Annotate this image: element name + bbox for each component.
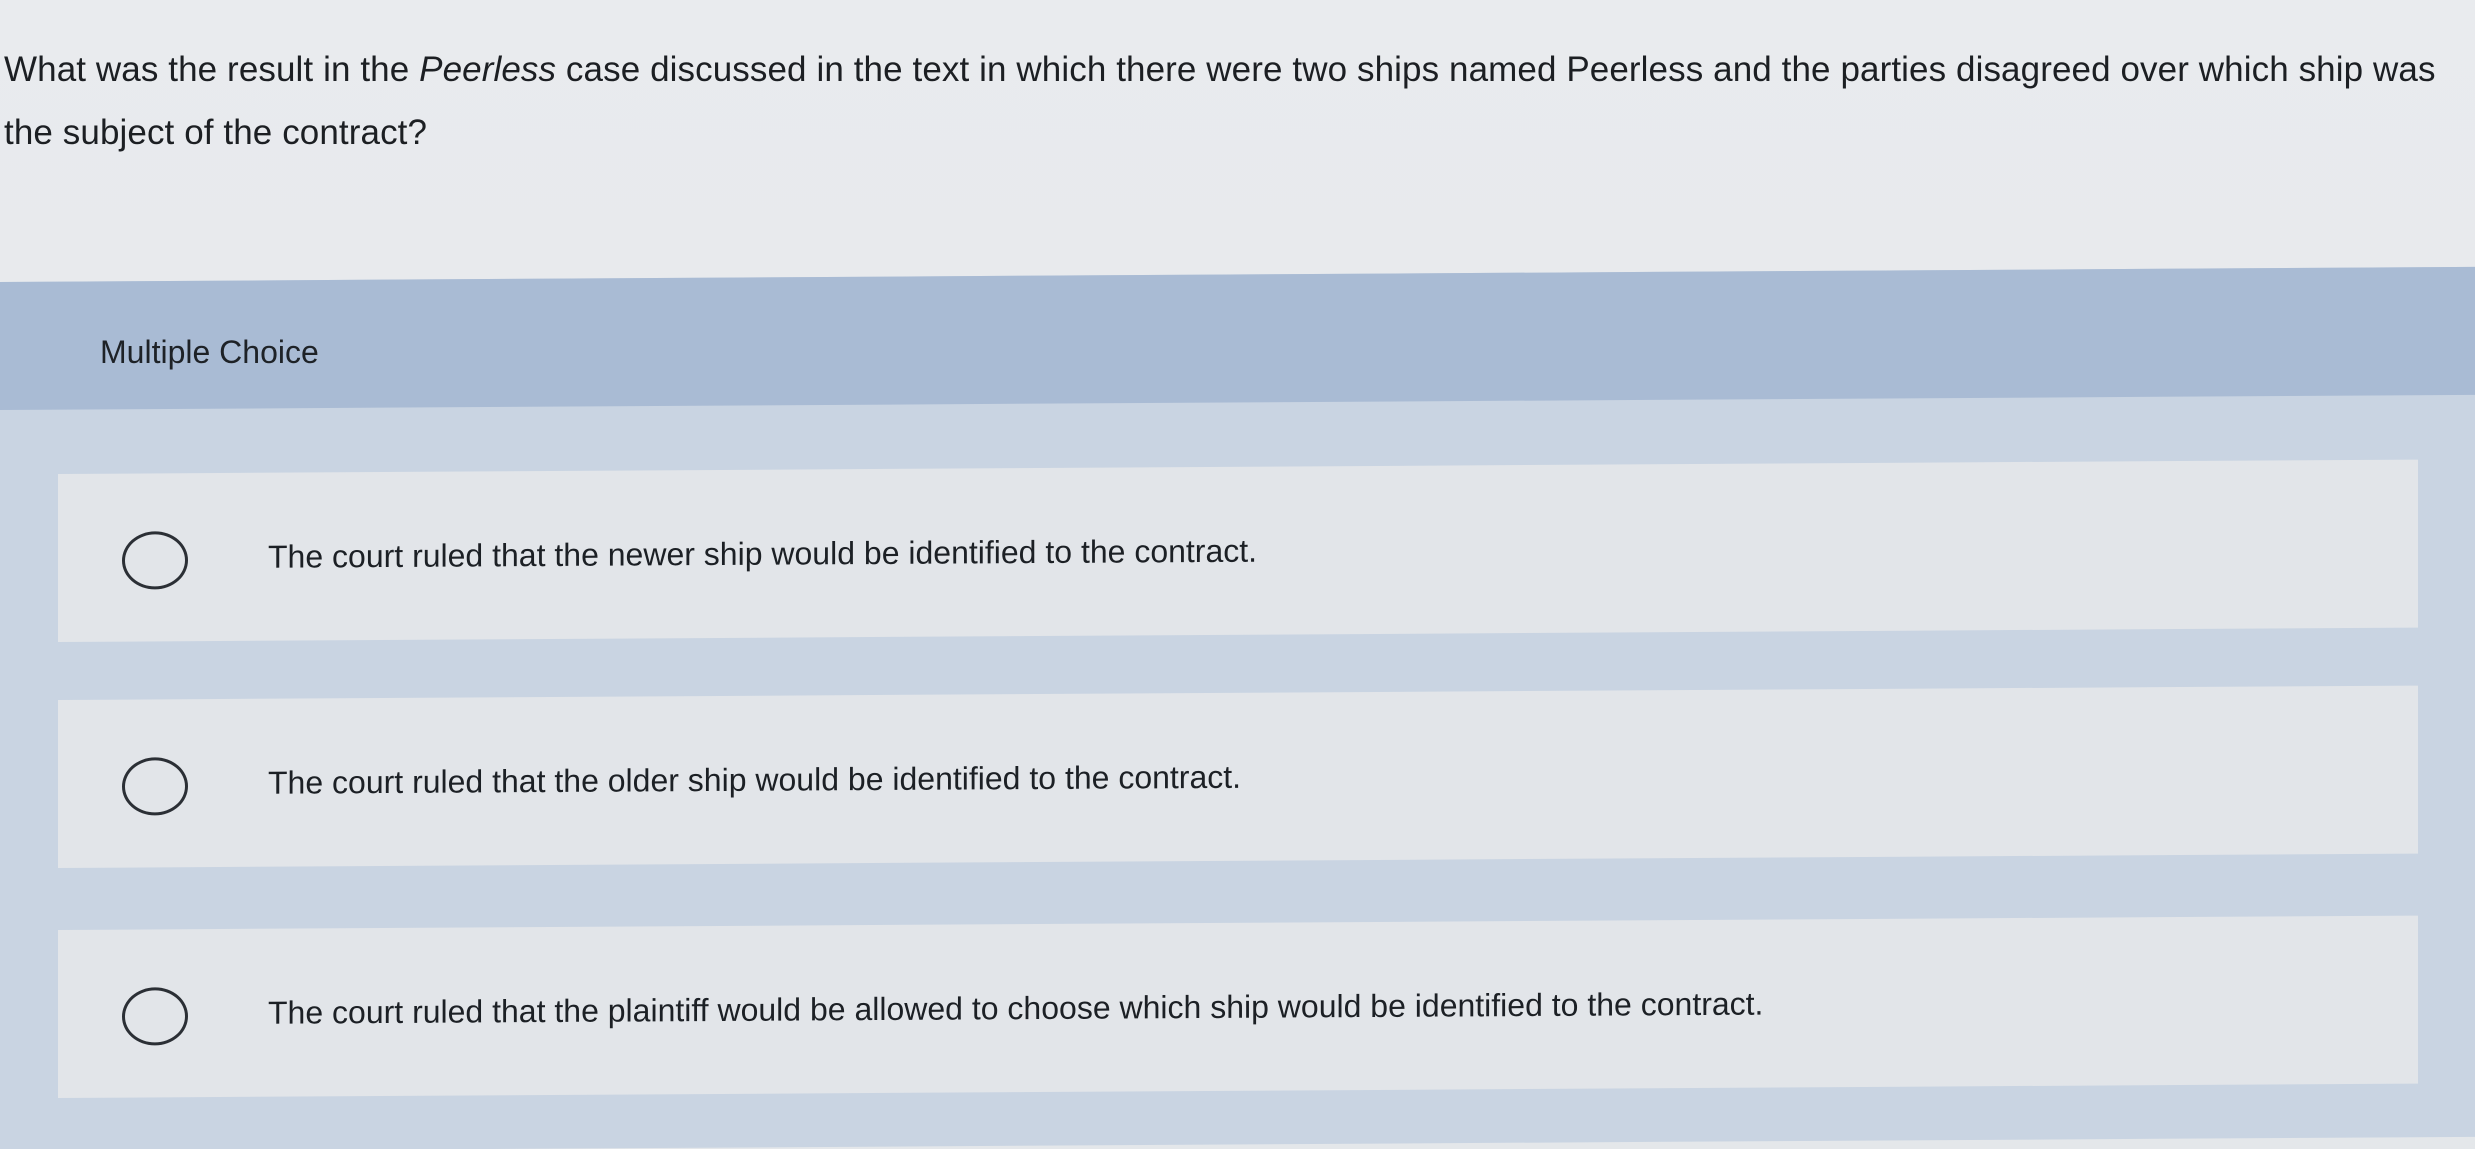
answer-option-label: The court ruled that the older ship woul… [268, 758, 1242, 801]
question-text: What was the result in the Peerless case… [4, 38, 2444, 164]
question-prefix: What was the result in the [4, 50, 420, 89]
radio-button-3[interactable] [122, 987, 188, 1046]
answer-option-1[interactable]: The court ruled that the newer ship woul… [58, 459, 2418, 642]
radio-button-1[interactable] [122, 531, 188, 590]
case-name: Peerless [419, 50, 557, 89]
radio-button-2[interactable] [122, 757, 188, 816]
answer-option-label: The court ruled that the newer ship woul… [268, 532, 1258, 575]
answer-option-2[interactable]: The court ruled that the older ship woul… [58, 685, 2418, 868]
multiple-choice-label: Multiple Choice [100, 334, 319, 370]
question-page: What was the result in the Peerless case… [0, 0, 2475, 1149]
answer-option-3[interactable]: The court ruled that the plaintiff would… [58, 915, 2418, 1098]
answer-option-label: The court ruled that the plaintiff would… [268, 985, 1764, 1031]
multiple-choice-header [0, 266, 2475, 410]
